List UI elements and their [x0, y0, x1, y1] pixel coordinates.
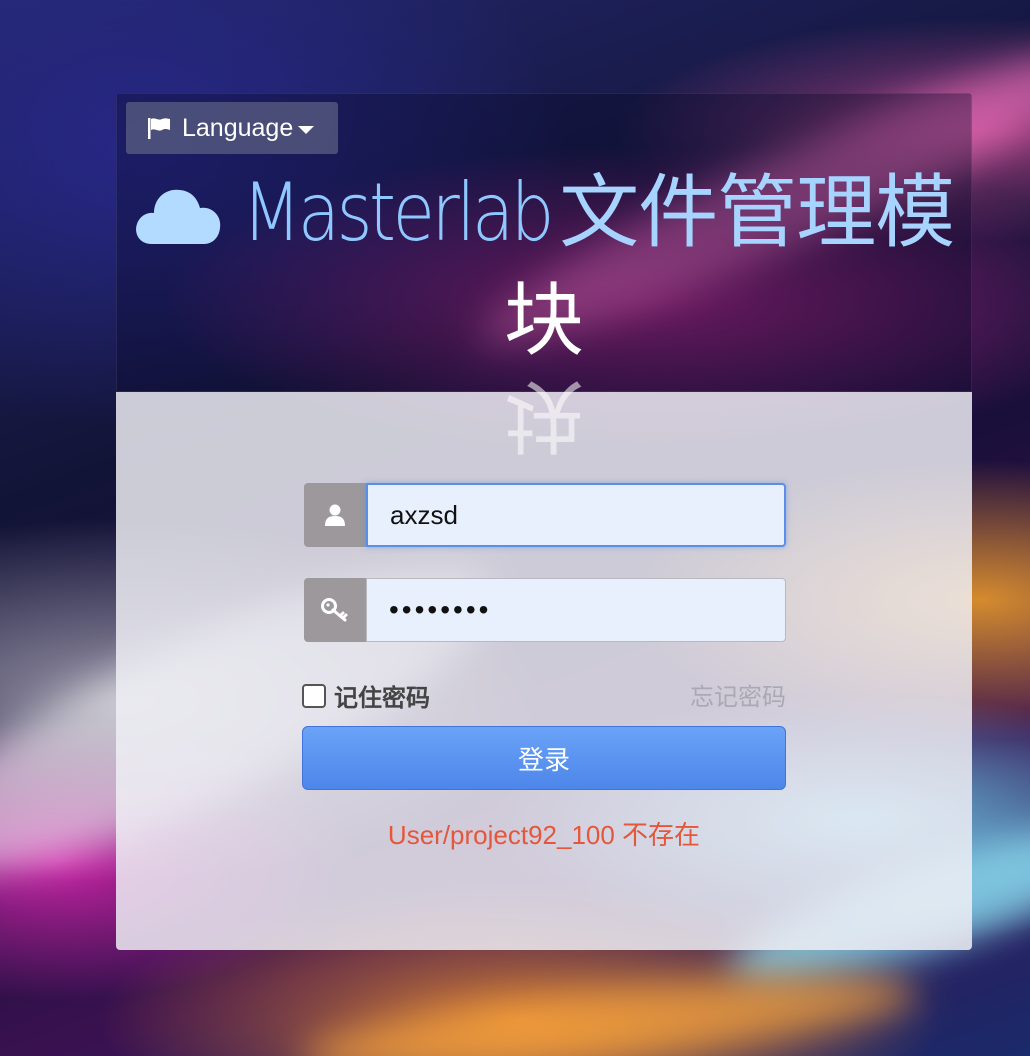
language-label: Language — [182, 113, 294, 142]
app-title: Masterlab 文件管理模 — [134, 163, 964, 263]
password-input[interactable] — [366, 578, 786, 642]
flag-icon — [148, 118, 170, 139]
username-input[interactable] — [366, 483, 786, 547]
login-button[interactable]: 登录 — [302, 726, 786, 790]
panel-body — [116, 392, 972, 950]
remember-checkbox[interactable] — [302, 683, 326, 708]
forgot-password-link[interactable]: 忘记密码 — [690, 677, 786, 712]
caret-down-icon — [298, 125, 315, 134]
title-latin: Masterlab — [242, 166, 554, 259]
language-button[interactable]: Language — [126, 102, 338, 154]
key-icon — [321, 598, 348, 622]
remember-label[interactable]: 记住密码 — [334, 678, 430, 713]
title-line2: 块 — [504, 274, 584, 367]
key-addon — [304, 578, 366, 642]
remember-row: 记住密码 — [302, 678, 430, 713]
error-message: User/project92_100 不存在 — [387, 820, 701, 850]
user-icon — [325, 504, 345, 526]
user-addon — [304, 483, 366, 547]
title-cjk: 文件管理模 — [559, 166, 955, 259]
cloud-icon — [136, 189, 221, 244]
background-streak — [298, 957, 922, 1056]
login-panel: Language Masterlab 文件管理模 块 块 axzsd •••••… — [116, 93, 972, 950]
password-group — [304, 578, 786, 642]
username-group — [304, 483, 786, 547]
